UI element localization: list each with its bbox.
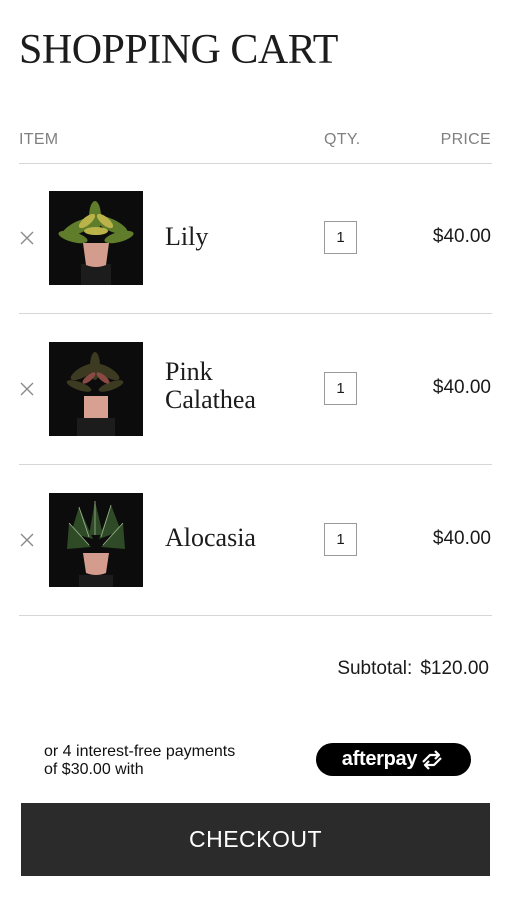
- page-title: SHOPPING CART: [19, 27, 338, 73]
- checkout-button[interactable]: CHECKOUT: [21, 803, 490, 876]
- product-name[interactable]: Lily: [165, 223, 305, 251]
- cart-item-row: Alocasia $40.00: [0, 465, 513, 615]
- remove-item-button[interactable]: [19, 381, 35, 397]
- cart-item-row: Pink Calathea $40.00: [0, 314, 513, 464]
- plant-pink-calathea-icon: [49, 342, 143, 436]
- afterpay-arrows-icon: [422, 749, 442, 770]
- plant-lily-icon: [49, 191, 143, 285]
- item-price: $40.00: [432, 377, 491, 398]
- afterpay-logo-text: afterpay: [341, 748, 418, 770]
- product-image[interactable]: [49, 493, 143, 587]
- product-name[interactable]: Pink Calathea: [165, 358, 305, 414]
- subtotal-label: Subtotal:: [337, 658, 413, 679]
- installment-message: or 4 interest-free payments of $30.00 wi…: [44, 743, 236, 778]
- close-icon: [20, 231, 34, 245]
- column-header-price: PRICE: [440, 131, 491, 148]
- product-name[interactable]: Alocasia: [165, 524, 305, 552]
- subtotal-value: $120.00: [420, 658, 489, 679]
- afterpay-badge[interactable]: afterpay: [316, 743, 471, 776]
- remove-item-button[interactable]: [19, 532, 35, 548]
- close-icon: [20, 382, 34, 396]
- item-price: $40.00: [432, 226, 491, 247]
- quantity-input[interactable]: [324, 523, 357, 556]
- product-image[interactable]: [49, 342, 143, 436]
- divider: [19, 615, 492, 616]
- product-image[interactable]: [49, 191, 143, 285]
- item-price: $40.00: [432, 528, 491, 549]
- remove-item-button[interactable]: [19, 230, 35, 246]
- column-header-qty: QTY.: [324, 131, 361, 148]
- subtotal: Subtotal: $120.00: [337, 658, 489, 680]
- quantity-input[interactable]: [324, 221, 357, 254]
- quantity-input[interactable]: [324, 372, 357, 405]
- column-header-item: ITEM: [19, 131, 59, 148]
- plant-alocasia-icon: [49, 493, 143, 587]
- close-icon: [20, 533, 34, 547]
- cart-item-row: Lily $40.00: [0, 163, 513, 313]
